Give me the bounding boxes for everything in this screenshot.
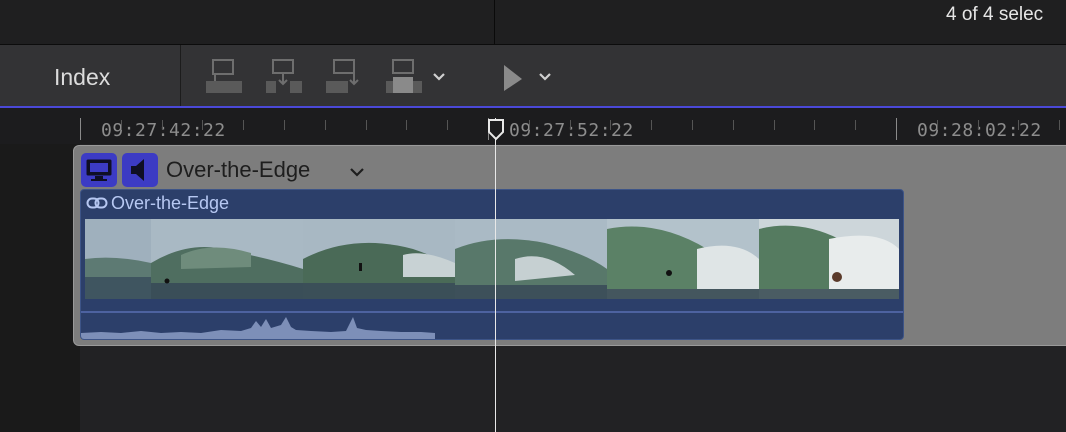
ruler-minor-tick <box>570 120 571 130</box>
compound-clip-title: Over-the-Edge <box>166 157 311 182</box>
ruler-minor-tick <box>610 120 611 130</box>
ruler-minor-tick <box>692 120 693 130</box>
timeline-toolbar: Index <box>0 45 1066 106</box>
insert-clip-icon[interactable] <box>264 57 304 95</box>
video-clip[interactable]: Over-the-Edge <box>80 189 904 340</box>
ruler-minor-tick <box>651 120 652 130</box>
connect-clip-icon[interactable] <box>204 57 244 95</box>
ruler-minor-tick <box>1018 120 1019 130</box>
ruler-minor-tick <box>162 120 163 130</box>
playhead-handle-icon[interactable] <box>487 118 505 147</box>
playhead[interactable] <box>495 118 496 432</box>
timecode-label: 09:28:02:22 <box>917 120 1042 141</box>
ruler-minor-tick <box>1059 120 1060 130</box>
clip-thumbnail <box>303 219 455 299</box>
clip-thumbnail <box>455 219 607 299</box>
clip-thumbnail <box>151 219 303 299</box>
link-icon <box>86 196 108 215</box>
ruler-minor-tick <box>406 120 407 130</box>
clip-header: Over-the-Edge <box>81 190 903 218</box>
ruler-minor-tick <box>325 120 326 130</box>
ruler-minor-tick <box>366 120 367 130</box>
index-label: Index <box>54 64 111 90</box>
ruler-major-tick <box>80 118 81 140</box>
top-strip: 4 of 4 selec <box>0 0 1066 45</box>
chevron-down-icon[interactable] <box>349 164 365 182</box>
timecode-label: 09:27:42:22 <box>101 120 226 141</box>
append-clip-icon[interactable] <box>324 57 364 95</box>
chevron-down-icon[interactable] <box>538 69 552 87</box>
filmstrip <box>85 219 899 299</box>
index-button[interactable]: Index <box>0 45 181 106</box>
clip-name: Over-the-Edge <box>111 193 230 213</box>
ruler-minor-tick <box>243 120 244 130</box>
ruler-minor-tick <box>202 120 203 130</box>
top-divider <box>494 0 495 44</box>
timecode-ruler[interactable]: 09:27:42:22 09:27:52:22 09:28:02:22 <box>0 108 1066 144</box>
speaker-icon[interactable] <box>122 153 158 187</box>
ruler-minor-tick <box>733 120 734 130</box>
arrow-tool-icon[interactable] <box>498 61 526 99</box>
ruler-minor-tick <box>855 120 856 130</box>
ruler-minor-tick <box>814 120 815 130</box>
clip-thumbnail <box>85 219 151 299</box>
timecode-label: 09:27:52:22 <box>509 120 634 141</box>
selection-count: 4 of 4 selec <box>946 4 1044 25</box>
timeline-gutter <box>0 144 80 432</box>
ruler-minor-tick <box>447 120 448 130</box>
ruler-major-tick <box>896 118 897 140</box>
ruler-minor-tick <box>284 120 285 130</box>
ruler-minor-tick <box>774 120 775 130</box>
ruler-minor-tick <box>937 120 938 130</box>
ruler-minor-tick <box>978 120 979 130</box>
ruler-minor-tick <box>121 120 122 130</box>
chevron-down-icon[interactable] <box>432 69 446 87</box>
overwrite-clip-icon[interactable] <box>384 57 424 95</box>
monitor-icon[interactable] <box>81 153 117 187</box>
ruler-minor-tick <box>529 120 530 130</box>
clip-thumbnail <box>759 219 899 299</box>
audio-waveform <box>81 313 903 339</box>
clip-thumbnail <box>607 219 759 299</box>
